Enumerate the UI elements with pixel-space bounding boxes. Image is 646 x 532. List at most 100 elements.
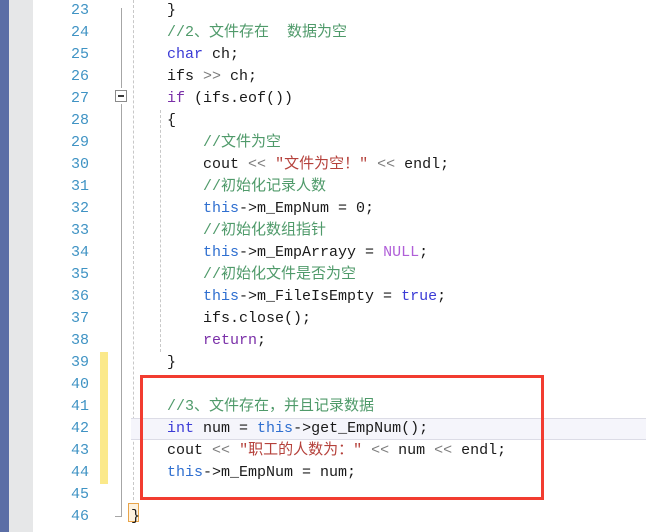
line-number: 30 [70, 156, 89, 173]
code-line[interactable]: this->m_FileIsEmpty = true; [131, 286, 646, 308]
line-number: 39 [70, 354, 89, 371]
code-token: ->get_EmpNum(); [293, 420, 429, 437]
code-content[interactable]: } //2、文件存在 数据为空 char ch; ifs >> ch; if (… [131, 0, 646, 528]
code-line[interactable]: ifs >> ch; [131, 66, 646, 88]
line-number: 32 [70, 200, 89, 217]
code-token: ifs.close(); [203, 310, 312, 327]
code-token: endl; [452, 442, 507, 459]
code-token: ->m_EmpNum = num; [203, 464, 357, 481]
line-number: 45 [70, 486, 89, 503]
line-number: 28 [70, 112, 89, 129]
line-number: 46 [70, 508, 89, 525]
code-token: ifs [167, 68, 204, 85]
code-line[interactable]: cout << "职工的人数为：" << num << endl; [131, 440, 646, 462]
code-token: << [212, 442, 231, 459]
code-line[interactable]: return; [131, 330, 646, 352]
line-number: 38 [70, 332, 89, 349]
code-line[interactable]: ifs.close(); [131, 308, 646, 330]
code-token: "职工的人数为：" [239, 442, 363, 459]
line-number: 36 [70, 288, 89, 305]
code-line[interactable]: { [131, 110, 646, 132]
line-number: 37 [70, 310, 89, 327]
code-line[interactable]: //3、文件存在，并且记录数据 [131, 396, 646, 418]
code-token: << [377, 156, 396, 173]
line-number: 25 [70, 46, 89, 63]
line-number: 43 [70, 442, 89, 459]
code-line[interactable]: this->m_EmpArrayy = NULL; [131, 242, 646, 264]
code-line[interactable]: int num = this->get_EmpNum(); [131, 418, 646, 440]
line-number: 31 [70, 178, 89, 195]
line-number: 35 [70, 266, 89, 283]
editor-selection-margin[interactable] [9, 0, 33, 532]
code-token: this [203, 200, 240, 217]
code-token: { [167, 112, 177, 129]
code-token: //2、文件存在 数据为空 [167, 24, 348, 41]
line-number: 26 [70, 68, 89, 85]
code-token: ->m_EmpArrayy = [239, 244, 384, 261]
code-line[interactable]: } [131, 0, 646, 22]
code-token: ; [437, 288, 447, 305]
code-line[interactable]: if (ifs.eof()) [131, 88, 646, 110]
code-token: num = [194, 420, 258, 437]
line-number: 24 [70, 24, 89, 41]
line-number: 44 [70, 464, 89, 481]
code-line[interactable]: this->m_EmpNum = 0; [131, 198, 646, 220]
code-token: } [167, 354, 177, 371]
code-line[interactable]: } [131, 506, 646, 528]
changed-lines-indicator [100, 352, 108, 484]
code-token: ch; [221, 68, 258, 85]
code-token: num [389, 442, 435, 459]
code-line[interactable] [131, 484, 646, 506]
code-line[interactable]: cout << "文件为空！" << endl; [131, 154, 646, 176]
code-token: ->m_FileIsEmpty = [239, 288, 402, 305]
code-line[interactable]: //文件为空 [131, 132, 646, 154]
code-line[interactable]: //初始化记录人数 [131, 176, 646, 198]
code-line[interactable] [131, 374, 646, 396]
code-line[interactable]: //初始化文件是否为空 [131, 264, 646, 286]
code-token: NULL [383, 244, 420, 261]
code-token: //初始化数组指针 [203, 222, 327, 239]
code-token: this [167, 464, 204, 481]
code-token: << [248, 156, 267, 173]
code-token: << [371, 442, 390, 459]
code-line[interactable]: char ch; [131, 44, 646, 66]
line-number: 23 [70, 2, 89, 19]
code-line[interactable]: this->m_EmpNum = num; [131, 462, 646, 484]
code-token: //文件为空 [203, 134, 282, 151]
code-line[interactable]: //初始化数组指针 [131, 220, 646, 242]
code-line[interactable]: //2、文件存在 数据为空 [131, 22, 646, 44]
code-token: //初始化记录人数 [203, 178, 327, 195]
line-number: 29 [70, 134, 89, 151]
code-token: >> [203, 68, 222, 85]
line-number: 42 [70, 420, 89, 437]
code-fold-toggle-icon[interactable] [115, 90, 127, 102]
code-token: << [434, 442, 453, 459]
code-token: ; [257, 332, 267, 349]
line-number-gutter[interactable]: 23 24 25 26 27 28 29 30 31 32 33 34 35 36 37 38 39 40 41 42… [33, 0, 89, 528]
code-editor[interactable]: 23 24 25 26 27 28 29 30 31 32 33 34 35 36 37 38 39 40 41 42… [0, 0, 646, 532]
code-line[interactable]: } [131, 352, 646, 374]
